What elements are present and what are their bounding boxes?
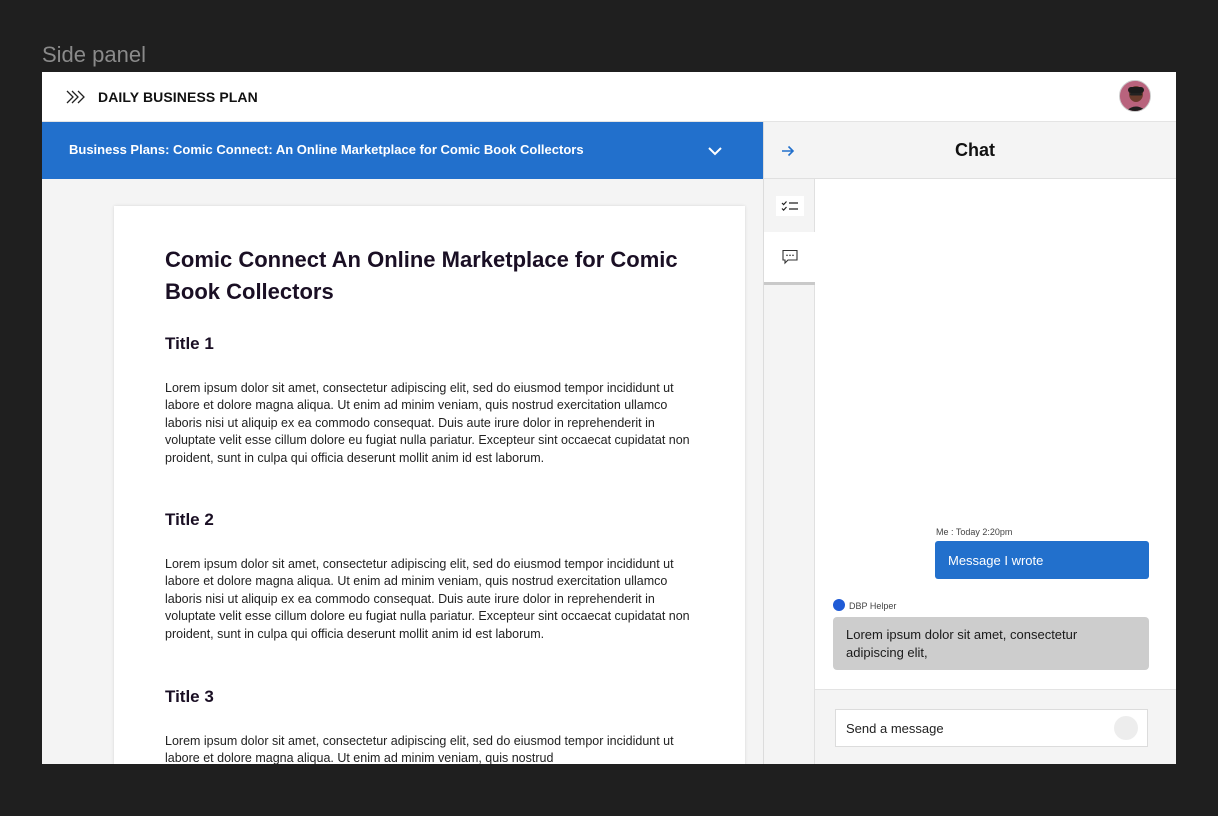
chat-header: Chat (764, 122, 1176, 179)
message-meta: DBP Helper (849, 601, 897, 611)
message-bubble-user: Message I wrote (935, 541, 1149, 579)
section-body: Lorem ipsum dolor sit amet, consectetur … (165, 734, 674, 764)
document-title: Comic Connect An Online Marketplace for … (165, 247, 678, 304)
chat-messages[interactable]: Me : Today 2:20pm Message I wrote DBP He… (815, 179, 1176, 689)
rail-tab-checklist[interactable] (764, 179, 815, 232)
section-title: Title 3 (165, 687, 214, 706)
rail-tab-chat[interactable] (764, 232, 815, 285)
message-input[interactable] (835, 709, 1148, 747)
message-meta: Me : Today 2:20pm (936, 527, 1013, 537)
send-button[interactable] (1114, 716, 1138, 740)
checklist-icon-box (775, 195, 804, 216)
document-page: Comic Connect An Online Marketplace for … (114, 206, 745, 764)
frame-label: Side panel (42, 42, 146, 67)
section-title: Title 2 (165, 510, 214, 529)
section-title: Title 1 (165, 334, 214, 353)
chat-title: Chat (955, 140, 995, 160)
app-window: DAILY BUSINESS PLAN Business Plans: Comi… (42, 72, 1176, 764)
app-title: DAILY BUSINESS PLAN (98, 89, 258, 105)
section-body: Lorem ipsum dolor sit amet, consectetur … (165, 381, 690, 465)
plan-title: Business Plans: Comic Connect: An Online… (69, 142, 584, 157)
double-chevron-right-icon (66, 90, 85, 104)
checklist-icon (781, 200, 798, 211)
message-bubble-helper: Lorem ipsum dolor sit amet, consectetur … (833, 617, 1149, 670)
helper-avatar-icon (833, 599, 845, 611)
side-rail (764, 179, 815, 764)
document-area[interactable]: Comic Connect An Online Marketplace for … (42, 179, 763, 764)
chat-bubble-icon (781, 249, 798, 265)
top-bar: DAILY BUSINESS PLAN (42, 72, 1176, 122)
avatar-image (1120, 81, 1150, 111)
plan-selector-bar[interactable]: Business Plans: Comic Connect: An Online… (42, 122, 763, 179)
section-body: Lorem ipsum dolor sit amet, consectetur … (165, 557, 690, 641)
chevron-down-icon[interactable] (706, 142, 724, 160)
user-avatar[interactable] (1119, 80, 1151, 112)
chat-composer (815, 689, 1176, 764)
